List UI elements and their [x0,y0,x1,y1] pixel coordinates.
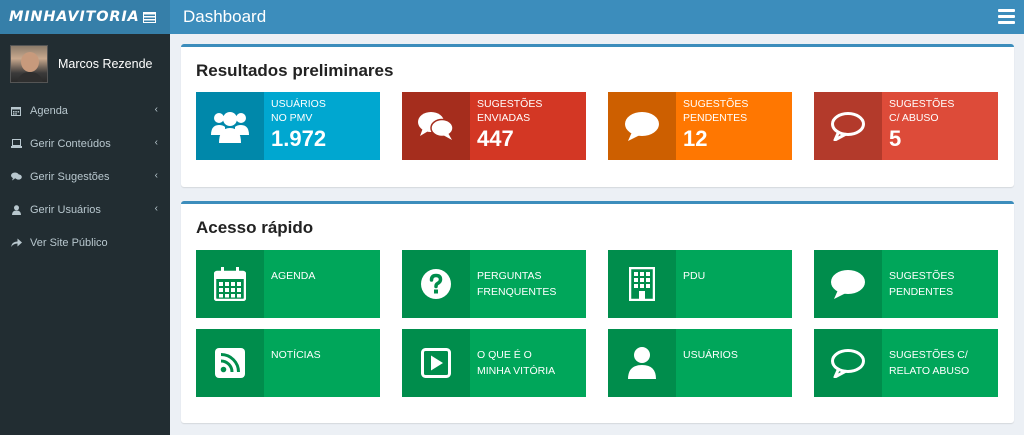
sidebar-item-label: Gerir Usuários [30,203,101,216]
quick-access-box: Acesso rápido AGENDA PERGUNTAS FRENQUENT… [181,201,1014,423]
question-circle-icon [402,250,470,318]
user-name: Marcos Rezende [58,57,153,71]
rss-icon [196,329,264,397]
page-title: Dashboard [183,7,267,26]
building-icon [608,250,676,318]
stat-tile-sugestoes-pendentes[interactable]: SUGESTÕES PENDENTES 12 [608,92,792,160]
tile-label-line1: PDU [683,270,706,282]
tile-label-line1: USUÁRIOS [683,349,738,361]
avatar [10,45,48,83]
stat-tile-usuarios[interactable]: USUÁRIOS NO PMV 1.972 [196,92,380,160]
tile-label-line2: NO PMV [271,112,313,124]
chevron-left-icon: ‹ [154,137,158,148]
quick-tile-sugestoes-pendentes[interactable]: SUGESTÕES PENDENTES [814,250,998,318]
quick-tile-sugestoes-abuso[interactable]: SUGESTÕES C/ RELATO ABUSO [814,329,998,397]
laptop-icon [10,139,22,149]
logo-text: MINHAVITORIA [9,9,140,25]
quick-tile-noticias[interactable]: NOTÍCIAS [196,329,380,397]
tile-label-line1: SUGESTÕES [477,98,543,110]
quick-access-title: Acesso rápido [196,218,314,237]
tile-label-line2: PENDENTES [683,112,748,124]
tile-label-line2: MINHA VITÓRIA [477,364,556,377]
sidebar-item-label: Ver Site Público [30,236,108,249]
tile-value: 1.972 [271,126,327,151]
sidebar-item-gerir-usuarios[interactable]: Gerir Usuários ‹ [0,193,170,226]
sidebar: MINHAVITORIA Marcos Rezende Agenda ‹ Ger… [0,0,170,435]
comment-icon [814,250,882,318]
tile-label-line1: SUGESTÕES [889,270,955,282]
sidebar-item-label: Gerir Sugestões [30,170,110,183]
calendar-icon [196,250,264,318]
sidebar-menu: Agenda ‹ Gerir Conteúdos ‹ Gerir Sugestõ… [0,94,170,259]
sidebar-item-gerir-sugestoes[interactable]: Gerir Sugestões ‹ [0,160,170,193]
logo-grid-icon [142,11,156,23]
tile-label-line1: NOTÍCIAS [271,349,321,361]
chevron-left-icon: ‹ [154,104,158,115]
comments-icon [10,172,22,182]
sidebar-item-agenda[interactable]: Agenda ‹ [0,94,170,127]
quick-tile-usuarios[interactable]: USUÁRIOS [608,329,792,397]
tile-label-line1: SUGESTÕES [683,98,749,110]
tile-label-line1: AGENDA [271,270,316,282]
tile-value: 12 [683,126,708,151]
quick-tile-o-que-e[interactable]: O QUE É O MINHA VITÓRIA [402,329,586,397]
tile-label-line1: O QUE É O [477,349,532,361]
tile-label-line1: USUÁRIOS [271,98,326,110]
tile-label-line1: SUGESTÕES [889,98,955,110]
tile-label-line2: RELATO ABUSO [889,364,970,377]
quick-tile-agenda[interactable]: AGENDA [196,250,380,318]
sidebar-item-label: Agenda [30,104,68,117]
calendar-icon [10,106,22,116]
quick-tile-pdu[interactable]: PDU [608,250,792,318]
tile-label-line2: C/ ABUSO [889,112,939,124]
user-icon [608,329,676,397]
tile-label-line2: FRENQUENTES [477,285,557,298]
tile-label-line2: PENDENTES [889,285,954,298]
tile-value: 5 [889,126,902,151]
user-panel: Marcos Rezende [0,34,170,94]
comment-icon [608,92,676,160]
sidebar-item-label: Gerir Conteúdos [30,137,111,150]
top-header: Dashboard [170,0,1024,34]
tile-value: 447 [477,126,514,151]
results-box: Resultados preliminares USUÁRIOS NO PMV … [181,44,1014,187]
chevron-left-icon: ‹ [154,203,158,214]
user-icon [10,204,22,215]
sidebar-item-gerir-conteudos[interactable]: Gerir Conteúdos ‹ [0,127,170,160]
stat-tile-sugestoes-enviadas[interactable]: SUGESTÕES ENVIADAS 447 [402,92,586,160]
play-icon [402,329,470,397]
results-title: Resultados preliminares [196,61,394,80]
chevron-left-icon: ‹ [154,170,158,181]
comment-outline-icon [814,92,882,160]
sidebar-item-ver-site-publico[interactable]: Ver Site Público [0,226,170,259]
comment-outline-icon [814,329,882,397]
comments-icon [402,92,470,160]
quick-tile-perguntas-frequentes[interactable]: PERGUNTAS FRENQUENTES [402,250,586,318]
tile-label-line1: PERGUNTAS [477,270,542,282]
tile-label-line2: ENVIADAS [477,112,531,124]
users-icon [196,92,264,160]
stat-tile-sugestoes-abuso[interactable]: SUGESTÕES C/ ABUSO 5 [814,92,998,160]
share-icon [10,238,22,248]
menu-toggle-icon[interactable] [998,9,1015,24]
app-logo[interactable]: MINHAVITORIA [0,0,170,34]
tile-label-line1: SUGESTÕES C/ [889,349,968,361]
